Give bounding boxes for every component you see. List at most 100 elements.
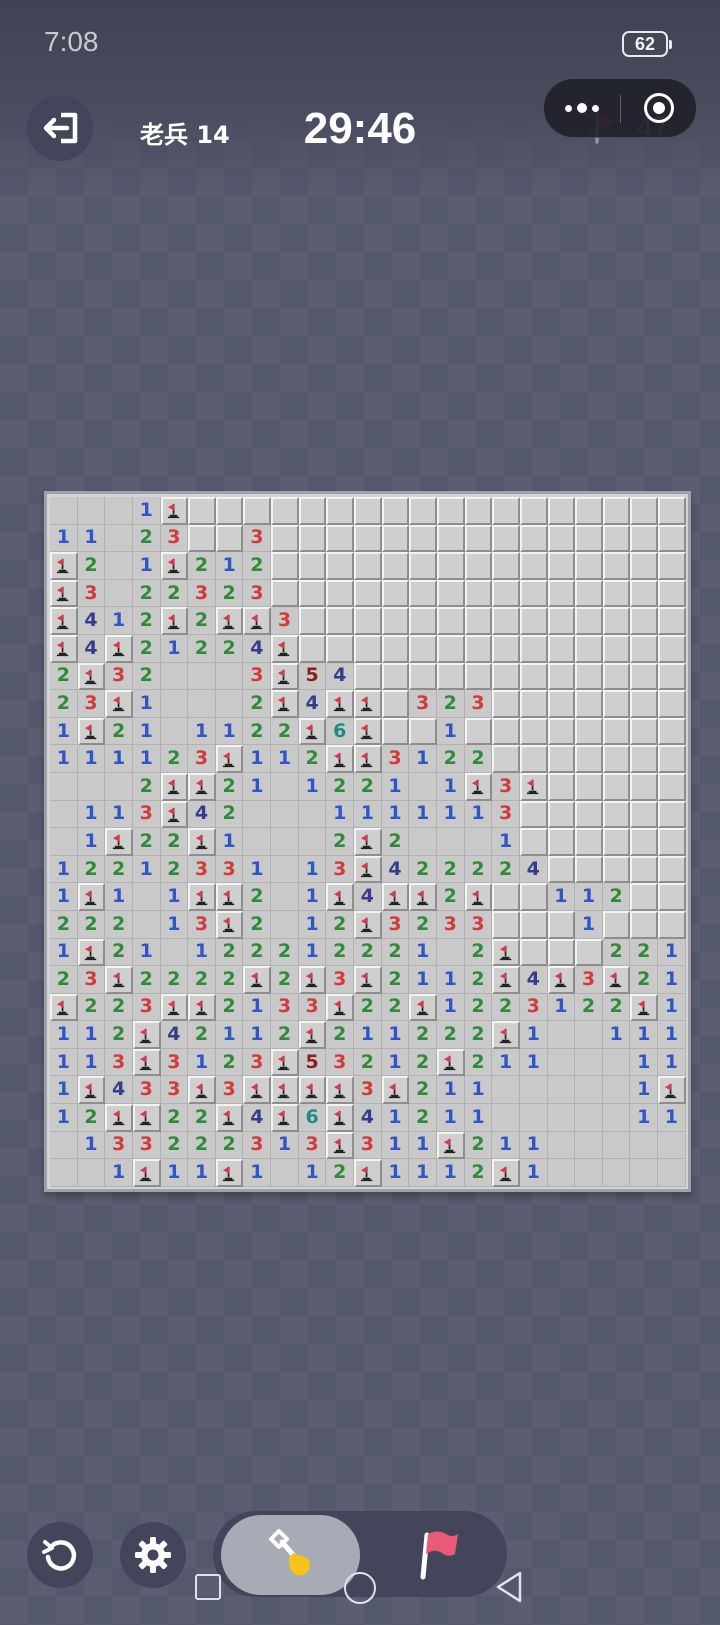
flagged-cell[interactable] <box>354 966 382 994</box>
flagged-cell[interactable] <box>77 717 106 746</box>
hidden-cell[interactable] <box>492 579 520 608</box>
hidden-cell[interactable] <box>326 524 355 553</box>
hidden-cell[interactable] <box>658 662 686 691</box>
number-cell[interactable]: 3 <box>243 1131 272 1160</box>
hidden-cell[interactable] <box>354 497 382 525</box>
number-cell[interactable]: 1 <box>50 717 78 746</box>
hidden-cell[interactable] <box>215 524 244 553</box>
number-cell[interactable]: 4 <box>105 1076 133 1105</box>
hidden-cell[interactable] <box>547 552 576 580</box>
number-cell[interactable]: 2 <box>630 966 659 994</box>
flagged-cell[interactable] <box>271 1048 299 1077</box>
hidden-cell[interactable] <box>492 883 520 911</box>
flagged-cell[interactable] <box>298 1021 327 1049</box>
number-cell[interactable]: 1 <box>50 1076 78 1105</box>
hidden-cell[interactable] <box>630 497 659 525</box>
flagged-cell[interactable] <box>658 1076 686 1105</box>
number-cell[interactable]: 1 <box>50 1021 78 1049</box>
number-cell[interactable]: 1 <box>658 1021 686 1049</box>
number-cell[interactable]: 2 <box>602 883 631 911</box>
hidden-cell[interactable] <box>409 717 437 746</box>
flagged-cell[interactable] <box>326 883 355 911</box>
hidden-cell[interactable] <box>547 607 576 635</box>
flagged-cell[interactable] <box>464 883 493 911</box>
number-cell[interactable]: 2 <box>160 966 189 994</box>
number-cell[interactable]: 2 <box>160 745 189 773</box>
number-cell[interactable]: 2 <box>409 1048 437 1077</box>
flagged-cell[interactable] <box>492 1021 520 1049</box>
flagged-cell[interactable] <box>381 1076 410 1105</box>
hidden-cell[interactable] <box>575 800 603 829</box>
number-cell[interactable]: 1 <box>436 1159 465 1187</box>
flagged-cell[interactable] <box>215 1159 244 1187</box>
hidden-cell[interactable] <box>602 745 631 773</box>
hidden-cell[interactable] <box>575 607 603 635</box>
number-cell[interactable]: 1 <box>519 1159 548 1187</box>
number-cell[interactable]: 2 <box>243 883 272 911</box>
number-cell[interactable]: 2 <box>436 745 465 773</box>
number-cell[interactable]: 3 <box>160 524 189 553</box>
flagged-cell[interactable] <box>354 690 382 718</box>
number-cell[interactable]: 3 <box>105 662 133 691</box>
number-cell[interactable]: 3 <box>464 910 493 939</box>
hidden-cell[interactable] <box>630 883 659 911</box>
hidden-cell[interactable] <box>602 497 631 525</box>
flagged-cell[interactable] <box>215 1104 244 1132</box>
number-cell[interactable]: 2 <box>436 855 465 884</box>
number-cell[interactable]: 1 <box>492 1131 520 1160</box>
number-cell[interactable]: 2 <box>492 855 520 884</box>
hidden-cell[interactable] <box>519 579 548 608</box>
hidden-cell[interactable] <box>547 910 576 939</box>
number-cell[interactable]: 3 <box>298 993 327 1022</box>
number-cell[interactable]: 2 <box>160 855 189 884</box>
number-cell[interactable]: 3 <box>492 800 520 829</box>
number-cell[interactable]: 1 <box>77 745 106 773</box>
flagged-cell[interactable] <box>381 883 410 911</box>
number-cell[interactable]: 2 <box>132 607 161 635</box>
flagged-cell[interactable] <box>492 1159 520 1187</box>
flagged-cell[interactable] <box>243 1076 272 1105</box>
hidden-cell[interactable] <box>658 607 686 635</box>
number-cell[interactable]: 2 <box>77 993 106 1022</box>
number-cell[interactable]: 3 <box>409 690 437 718</box>
number-cell[interactable]: 2 <box>326 1159 355 1187</box>
hidden-cell[interactable] <box>630 552 659 580</box>
number-cell[interactable]: 1 <box>271 1131 299 1160</box>
number-cell[interactable]: 2 <box>354 1048 382 1077</box>
number-cell[interactable]: 4 <box>77 607 106 635</box>
number-cell[interactable]: 2 <box>132 662 161 691</box>
number-cell[interactable]: 2 <box>215 579 244 608</box>
number-cell[interactable]: 1 <box>105 800 133 829</box>
number-cell[interactable]: 2 <box>271 966 299 994</box>
hidden-cell[interactable] <box>519 717 548 746</box>
number-cell[interactable]: 2 <box>354 993 382 1022</box>
hidden-cell[interactable] <box>658 772 686 801</box>
number-cell[interactable]: 1 <box>77 1131 106 1160</box>
number-cell[interactable]: 1 <box>188 1048 216 1077</box>
number-cell[interactable]: 1 <box>77 828 106 856</box>
number-cell[interactable]: 2 <box>215 772 244 801</box>
number-cell[interactable]: 1 <box>381 1021 410 1049</box>
hidden-cell[interactable] <box>575 855 603 884</box>
number-cell[interactable]: 4 <box>243 634 272 663</box>
number-cell[interactable]: 1 <box>658 993 686 1022</box>
number-cell[interactable]: 2 <box>50 966 78 994</box>
number-cell[interactable]: 3 <box>132 800 161 829</box>
number-cell[interactable]: 1 <box>298 938 327 967</box>
number-cell[interactable]: 2 <box>464 966 493 994</box>
flagged-cell[interactable] <box>188 993 216 1022</box>
hidden-cell[interactable] <box>492 607 520 635</box>
hidden-cell[interactable] <box>298 579 327 608</box>
flagged-cell[interactable] <box>271 1076 299 1105</box>
flagged-cell[interactable] <box>105 634 133 663</box>
number-cell[interactable]: 1 <box>188 938 216 967</box>
flagged-cell[interactable] <box>436 1131 465 1160</box>
number-cell[interactable]: 2 <box>326 938 355 967</box>
number-cell[interactable]: 6 <box>326 717 355 746</box>
number-cell[interactable]: 2 <box>77 855 106 884</box>
number-cell[interactable]: 3 <box>77 966 106 994</box>
number-cell[interactable]: 1 <box>215 717 244 746</box>
hidden-cell[interactable] <box>354 634 382 663</box>
flagged-cell[interactable] <box>271 690 299 718</box>
hidden-cell[interactable] <box>575 552 603 580</box>
